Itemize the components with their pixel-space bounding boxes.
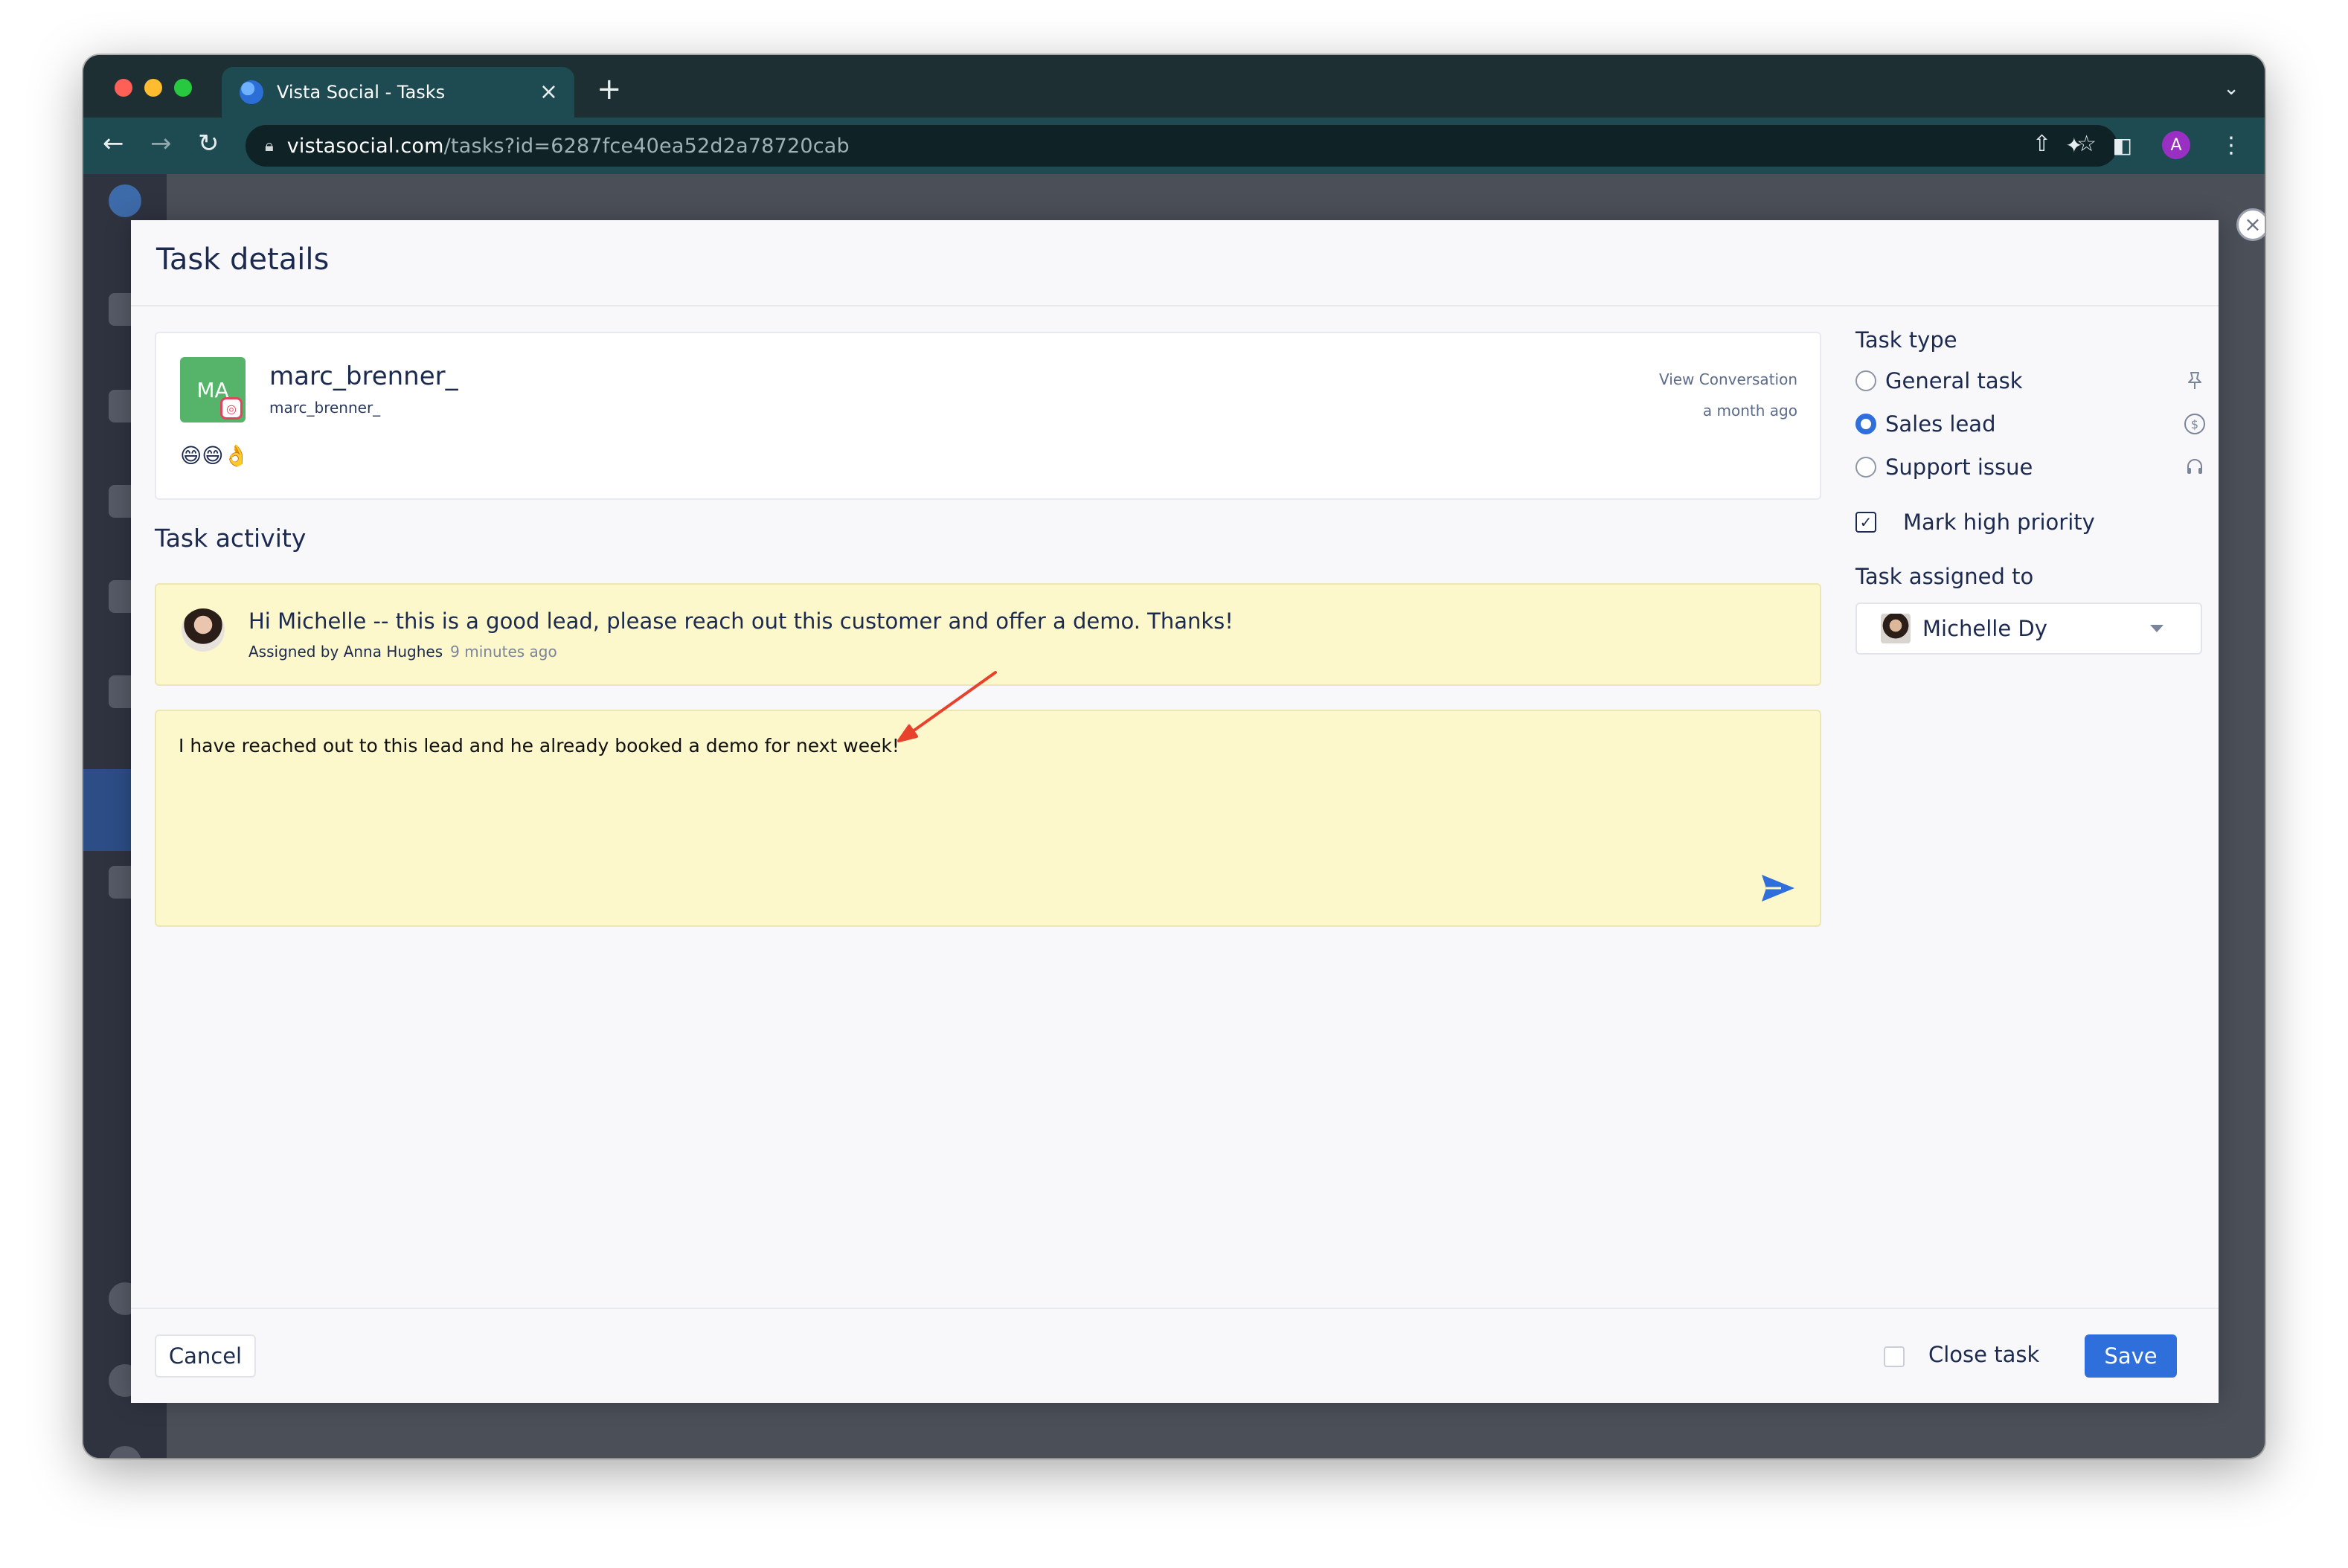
back-arrow-icon[interactable]: ← (103, 131, 124, 156)
modal-header: Task details (131, 220, 2219, 306)
mark-high-priority[interactable]: ✓ Mark high priority (1855, 507, 2205, 537)
high-priority-label[interactable]: Mark high priority (1903, 510, 2095, 535)
reply-textarea[interactable]: I have reached out to this lead and he a… (155, 710, 1821, 927)
post-author-handle: marc_brenner_ (269, 399, 381, 417)
cancel-button[interactable]: Cancel (155, 1334, 256, 1378)
dollar-icon: $ (2184, 414, 2205, 434)
reply-text[interactable]: I have reached out to this lead and he a… (179, 735, 899, 756)
side-panel-icon[interactable]: ◧ (2113, 133, 2132, 158)
sales-lead-label[interactable]: Sales lead (1885, 411, 2184, 437)
note-author-avatar (182, 608, 225, 652)
general-task-radio[interactable] (1855, 370, 1876, 391)
profile-avatar[interactable]: A (2162, 131, 2190, 159)
post-content: 😄😄👌 (180, 443, 250, 468)
share-icon[interactable]: ⇧ (2033, 131, 2051, 157)
note-text: Hi Michelle -- this is a good lead, plea… (248, 608, 1234, 634)
extensions-puzzle-icon[interactable]: ✦ (2065, 133, 2082, 158)
browser-menu-kebab-icon[interactable]: ⋮ (2220, 132, 2242, 158)
url-path: /tasks?id=6287fce40ea52d2a78720cab (443, 134, 850, 158)
sales-lead-radio[interactable] (1855, 414, 1876, 434)
task-type-general[interactable]: General task (1855, 366, 2205, 396)
high-priority-checkbox[interactable]: ✓ (1855, 512, 1876, 533)
task-type-label: Task type (1855, 327, 1957, 353)
headset-icon (2184, 457, 2205, 478)
modal-title: Task details (156, 242, 330, 277)
url-text[interactable]: vistasocial.com/tasks?id=6287fce40ea52d2… (287, 135, 850, 158)
task-assigned-label: Task assigned to (1855, 564, 2034, 589)
reload-icon[interactable]: ↻ (198, 131, 219, 156)
modal-footer: Cancel Close task Save (131, 1308, 2219, 1403)
task-type-sales[interactable]: Sales lead $ (1855, 409, 2205, 439)
browser-tab-bar: Vista Social - Tasks × + ⌄ (83, 55, 2265, 118)
support-issue-radio[interactable] (1855, 457, 1876, 478)
minimize-window-button[interactable] (144, 79, 162, 97)
chevron-down-icon[interactable] (2150, 625, 2163, 632)
close-task-checkbox[interactable] (1884, 1346, 1905, 1367)
browser-tab[interactable]: Vista Social - Tasks × (222, 67, 574, 118)
assignee-name: Michelle Dy (1922, 616, 2047, 641)
new-tab-button[interactable]: + (597, 74, 622, 104)
close-window-button[interactable] (115, 79, 132, 97)
tab-search-chevron-icon[interactable]: ⌄ (2223, 77, 2239, 100)
browser-window: Vista Social - Tasks × + ⌄ ← → ↻ 🔒︎ vist… (83, 55, 2265, 1458)
maximize-window-button[interactable] (174, 79, 192, 97)
note-time: 9 minutes ago (450, 643, 557, 661)
post-card: MA ◎ marc_brenner_ marc_brenner_ 😄😄👌 Vie… (155, 332, 1821, 500)
address-bar[interactable]: 🔒︎ vistasocial.com/tasks?id=6287fce40ea5… (246, 125, 2117, 167)
assignee-avatar (1881, 614, 1911, 643)
vista-social-favicon-icon (240, 80, 263, 104)
activity-note: Hi Michelle -- this is a good lead, plea… (155, 583, 1821, 686)
task-details-modal: Task details MA ◎ marc_brenner_ marc_bre… (131, 220, 2219, 1403)
post-author-name: marc_brenner_ (269, 362, 458, 391)
task-activity-title: Task activity (155, 524, 307, 553)
tab-title: Vista Social - Tasks (277, 82, 446, 103)
close-task-label[interactable]: Close task (1928, 1342, 2039, 1367)
app-logo-icon (109, 184, 141, 217)
close-modal-icon[interactable]: × (2236, 208, 2265, 241)
tab-close-icon[interactable]: × (539, 81, 558, 103)
user-avatar (109, 1446, 141, 1458)
note-meta: Assigned by Anna Hughes 9 minutes ago (248, 643, 557, 661)
task-type-support[interactable]: Support issue (1855, 452, 2205, 482)
assignee-dropdown[interactable]: Michelle Dy (1855, 603, 2202, 655)
lock-icon[interactable]: 🔒︎ (265, 137, 274, 155)
save-button[interactable]: Save (2085, 1334, 2177, 1378)
url-domain: vistasocial.com (286, 134, 444, 158)
post-time: a month ago (1702, 402, 1797, 420)
view-conversation-link[interactable]: View Conversation (1659, 370, 1797, 388)
general-task-label[interactable]: General task (1885, 368, 2184, 393)
forward-arrow-icon[interactable]: → (150, 131, 172, 156)
toolbar-icons: ✦ ◧ A ⋮ (2065, 131, 2242, 159)
browser-toolbar: ← → ↻ 🔒︎ vistasocial.com/tasks?id=6287fc… (83, 118, 2265, 174)
instagram-icon: ◎ (220, 397, 243, 420)
pin-icon (2184, 370, 2205, 391)
send-icon[interactable] (1760, 873, 1796, 903)
note-assigned-by: Assigned by Anna Hughes (248, 643, 443, 661)
support-issue-label[interactable]: Support issue (1885, 454, 2184, 480)
